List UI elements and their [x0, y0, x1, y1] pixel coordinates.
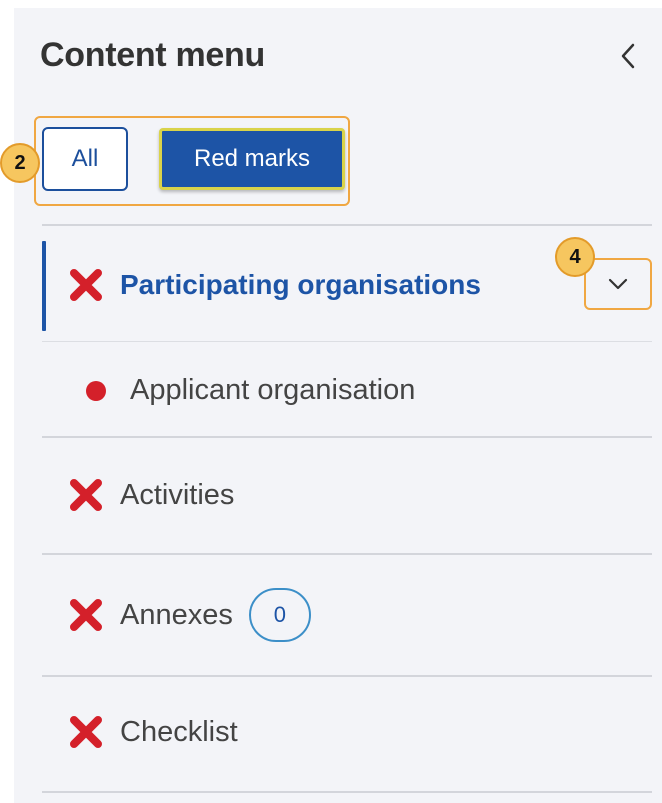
collapse-menu-button[interactable]: [608, 36, 648, 76]
red-x-icon: [66, 595, 106, 635]
expand-section-button[interactable]: [584, 258, 652, 310]
panel-title: Content menu: [40, 36, 265, 74]
menu-item-label: Checklist: [120, 715, 238, 748]
divider: [42, 436, 652, 438]
menu-item-checklist[interactable]: Checklist: [66, 712, 238, 752]
menu-item-label: Applicant organisation: [130, 374, 416, 406]
divider: [42, 675, 652, 677]
divider: [42, 553, 652, 555]
divider: [42, 341, 652, 342]
red-x-icon: [66, 475, 106, 515]
filter-red-marks-button[interactable]: Red marks: [159, 128, 345, 190]
red-x-icon: [66, 265, 106, 305]
menu-item-participating-organisations[interactable]: Participating organisations: [66, 265, 481, 305]
menu-item-label: Annexes: [120, 598, 233, 631]
red-x-icon: [66, 712, 106, 752]
divider: [42, 791, 652, 793]
red-dot-icon: [86, 380, 106, 401]
menu-item-label: Activities: [120, 478, 235, 511]
menu-item-annexes[interactable]: Annexes 0: [66, 588, 311, 642]
chevron-left-icon: [621, 43, 635, 69]
divider: [42, 224, 652, 226]
chevron-down-icon: [608, 278, 628, 290]
annexes-count-badge: 0: [248, 588, 311, 642]
menu-item-label: Participating organisations: [120, 269, 481, 300]
callout-marker-expand: 4: [555, 237, 595, 277]
callout-marker-filters: 2: [0, 143, 40, 183]
filter-all-button[interactable]: All: [42, 127, 128, 191]
active-item-indicator: [42, 241, 46, 331]
menu-subitem-applicant-organisation[interactable]: Applicant organisation: [86, 374, 415, 407]
menu-item-activities[interactable]: Activities: [66, 475, 234, 515]
